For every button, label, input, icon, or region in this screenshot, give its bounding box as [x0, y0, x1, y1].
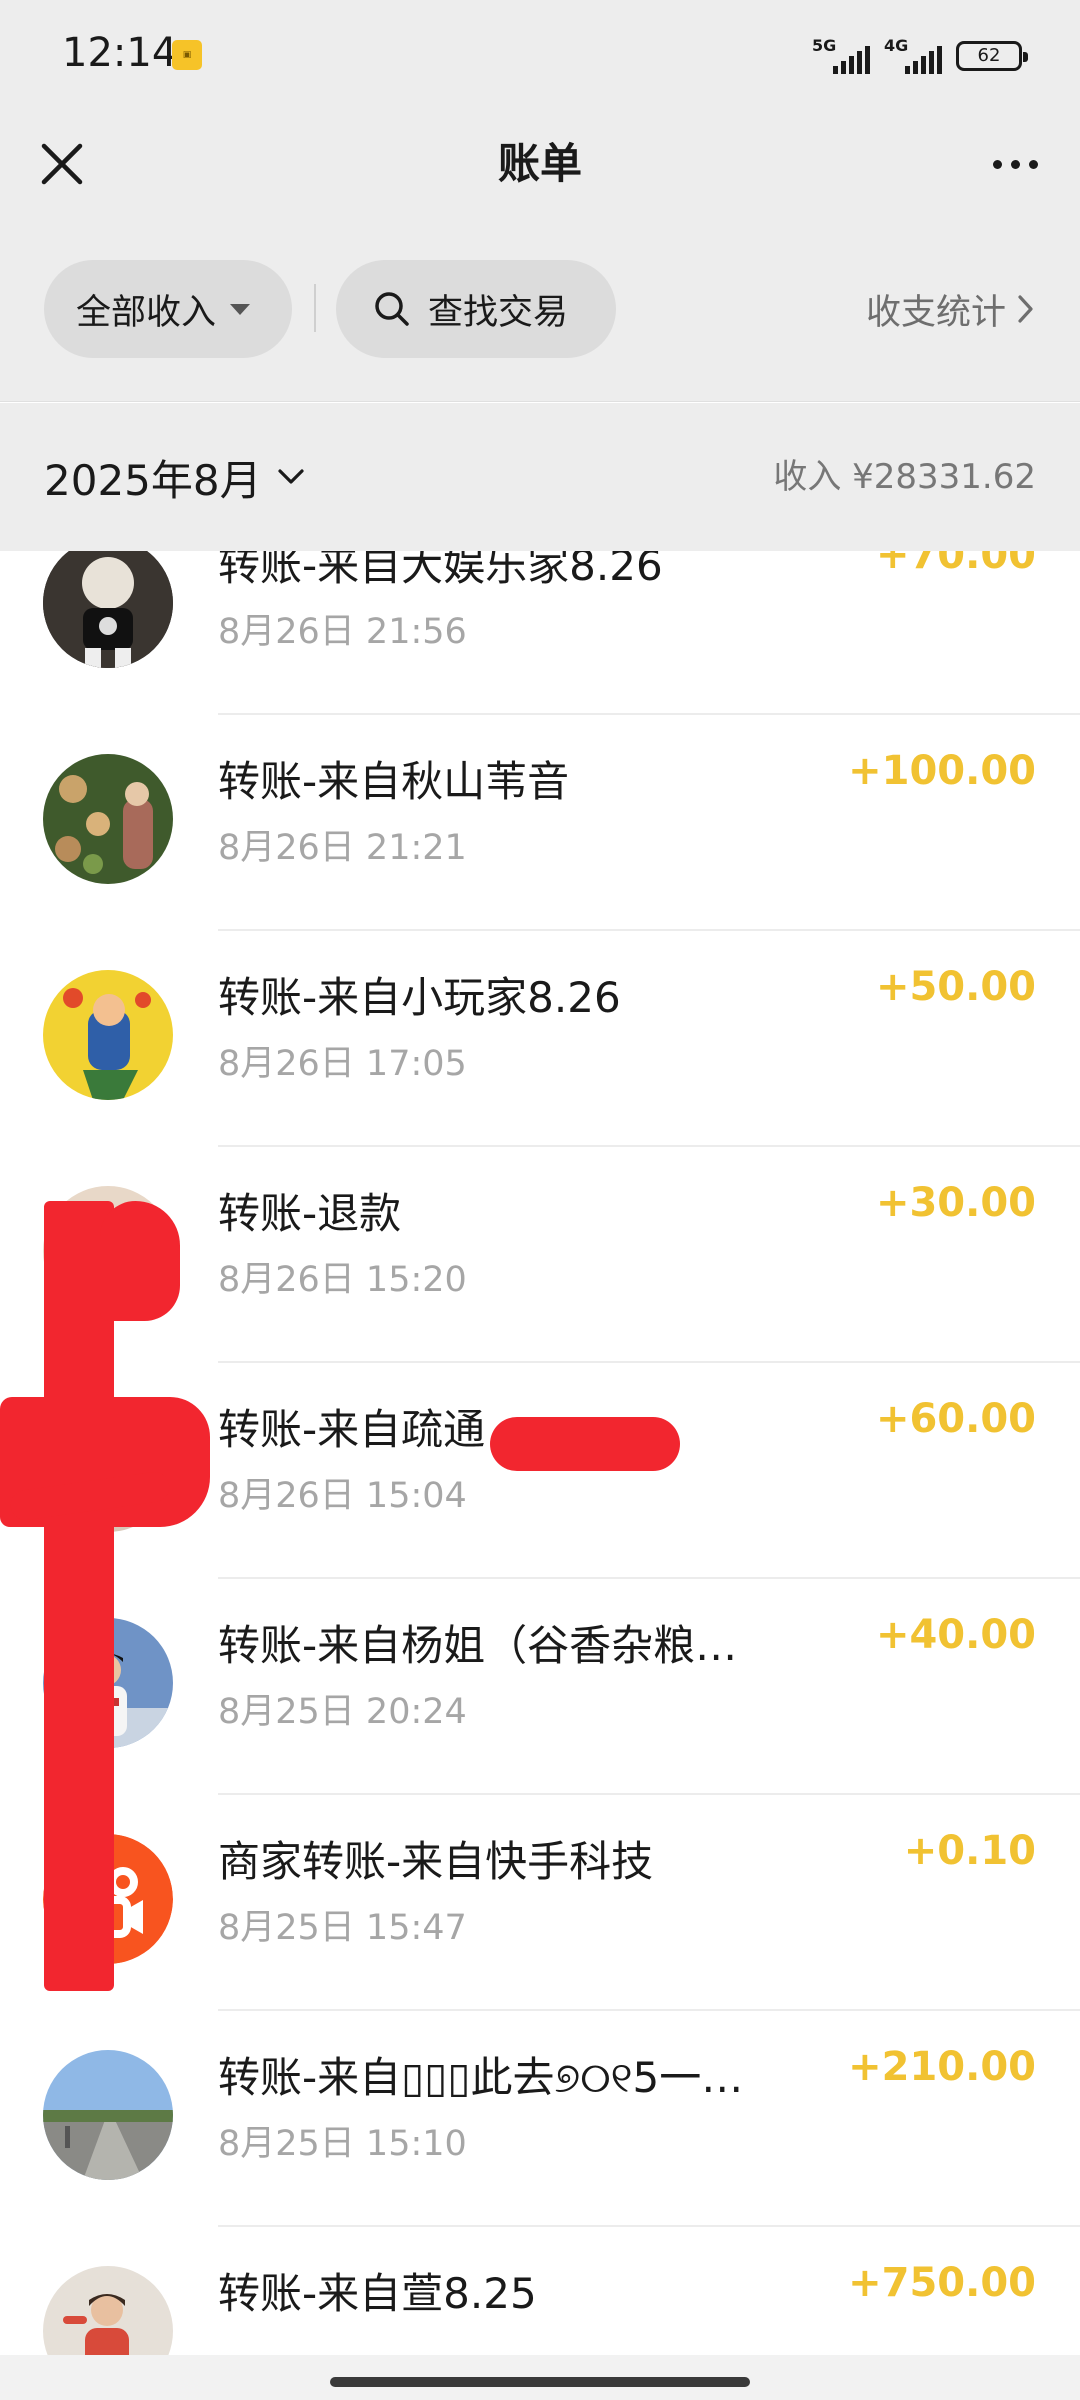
avatar [43, 551, 173, 668]
caret-down-icon [230, 303, 251, 315]
month-bar: 2025年8月 收入 ¥28331.62 [0, 403, 1080, 551]
redaction-mark [100, 1201, 180, 1321]
chevron-right-icon [1018, 295, 1033, 323]
avatar [43, 2266, 173, 2355]
title-bar: 账单 [0, 110, 1080, 218]
redaction-mark [490, 1417, 680, 1471]
income-filter-label: 全部收入 [76, 292, 217, 333]
transaction-list: 转账-来自大娱乐家8.26 8月26日 21:56 +70.00 转账-来自秋山… [0, 551, 1080, 2355]
transaction-row[interactable]: 转账-来自秋山苇音 8月26日 21:21 +100.00 [0, 715, 1080, 931]
transaction-title: 转账-来自大娱乐家8.26 [218, 551, 663, 590]
battery-icon: 62 [956, 41, 1028, 71]
transaction-time: 8月25日 20:24 [218, 1692, 467, 1732]
gesture-area [0, 2355, 1080, 2400]
transaction-title: 转账-来自杨姐（谷香杂粮… [218, 1621, 738, 1670]
transaction-amount: +100.00 [848, 748, 1036, 794]
transaction-row[interactable]: 商家转账-来自快手科技 8月25日 15:47 +0.10 [0, 1795, 1080, 2011]
transaction-title: 转账-来自小玩家8.26 [218, 973, 621, 1022]
signal-4g-icon: 4G [884, 36, 942, 76]
transaction-title: 转账-来自秋山苇音 [218, 757, 570, 806]
transaction-time: 8月26日 15:04 [218, 1476, 467, 1516]
signal-5g-icon: 5G [812, 36, 870, 76]
transaction-title: 商家转账-来自快手科技 [218, 1837, 654, 1886]
status-bar: 12:14 ▣ 5G 4G 62 [0, 0, 1080, 110]
transaction-title: 转账-来自▯▯▯此去୭୦୧5一… [218, 2053, 744, 2102]
income-summary: 收入 ¥28331.62 [773, 457, 1036, 497]
transaction-title: 转账-来自萱8.25 [218, 2269, 537, 2318]
transaction-amount: +0.10 [903, 1828, 1036, 1874]
more-button[interactable] [978, 140, 1052, 188]
search-label: 查找交易 [428, 292, 569, 333]
status-time: 12:14 [62, 30, 178, 76]
search-icon [375, 292, 409, 326]
transaction-time: 8月26日 17:05 [218, 1044, 467, 1084]
page-title: 账单 [497, 139, 582, 188]
filter-divider [314, 284, 316, 332]
transaction-row[interactable]: 转账-来自杨姐（谷香杂粮… 8月25日 20:24 +40.00 [0, 1579, 1080, 1795]
filter-bar: 全部收入 查找交易 收支统计 [0, 218, 1080, 402]
close-icon [41, 143, 83, 185]
month-selector[interactable]: 2025年8月 [44, 403, 306, 551]
income-filter-dropdown[interactable]: 全部收入 [44, 260, 292, 358]
more-icon [992, 159, 1002, 169]
avatar [43, 754, 173, 884]
stats-label: 收支统计 [865, 292, 1006, 333]
transaction-time: 8月26日 15:20 [218, 1260, 467, 1300]
transaction-title: 转账-退款 [218, 1189, 402, 1238]
transaction-amount: +750.00 [848, 2260, 1036, 2306]
transaction-row[interactable]: 转账-来自大娱乐家8.26 8月26日 21:56 +70.00 [0, 551, 1080, 715]
transaction-amount: +40.00 [875, 1612, 1036, 1658]
transaction-row[interactable]: 转账-来自萱8.25 +750.00 [0, 2227, 1080, 2355]
avatar [43, 2050, 173, 2180]
notification-app-icon: ▣ [172, 40, 202, 70]
transaction-time: 8月25日 15:10 [218, 2124, 467, 2164]
transaction-amount: +60.00 [875, 1396, 1036, 1442]
transaction-row[interactable]: 转账-来自小玩家8.26 8月26日 17:05 +50.00 [0, 931, 1080, 1147]
search-transaction-button[interactable]: 查找交易 [336, 260, 616, 358]
month-label: 2025年8月 [44, 455, 262, 505]
transaction-title: 转账-来自疏通 [218, 1405, 486, 1454]
transaction-amount: +210.00 [848, 2044, 1036, 2090]
transaction-amount: +70.00 [875, 551, 1036, 578]
transaction-row[interactable]: 转账-来自▯▯▯此去୭୦୧5一… 8月25日 15:10 +210.00 [0, 2011, 1080, 2227]
home-indicator[interactable] [330, 2377, 750, 2387]
status-indicators: 5G 4G 62 [812, 36, 1028, 76]
transaction-time: 8月26日 21:21 [218, 828, 467, 868]
stats-link[interactable]: 收支统计 [866, 260, 1036, 358]
close-button[interactable] [26, 128, 98, 200]
transaction-time: 8月25日 15:47 [218, 1908, 467, 1948]
avatar [43, 970, 173, 1100]
chevron-down-icon [278, 469, 304, 484]
transaction-amount: +30.00 [875, 1180, 1036, 1226]
transaction-amount: +50.00 [875, 964, 1036, 1010]
transaction-time: 8月26日 21:56 [218, 612, 467, 652]
